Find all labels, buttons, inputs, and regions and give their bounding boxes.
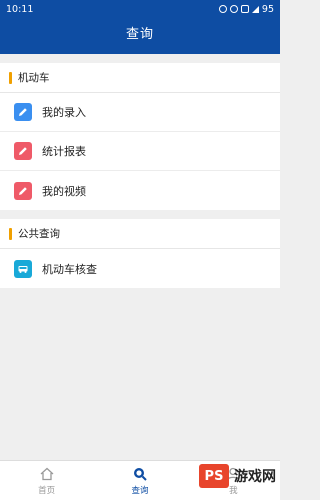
watermark-logo: PS (199, 464, 229, 488)
nav-tab-label: 查询 (131, 485, 149, 496)
home-icon (40, 467, 54, 480)
section-header: 机动车 (0, 63, 280, 93)
section-spacer (0, 54, 280, 63)
section-title: 公共查询 (18, 228, 60, 240)
status-bar: 10:11 95 (0, 0, 280, 18)
section-vehicle: 机动车 我的录入 统计报表 我的视频 (0, 63, 280, 210)
menu-item-label: 我的视频 (42, 184, 86, 198)
wifi-icon (229, 5, 238, 13)
nav-tab-home[interactable]: 首页 (0, 461, 93, 500)
menu-item-label: 统计报表 (42, 145, 86, 158)
menu-item-statistics-report[interactable]: 统计报表 (0, 132, 280, 171)
menu-item-my-entries[interactable]: 我的录入 (0, 93, 280, 132)
sim-icon (240, 5, 249, 13)
nav-tab-label: 首页 (38, 485, 56, 496)
section-accent-bar (9, 71, 12, 84)
page-title: 查询 (125, 27, 154, 42)
status-time: 10:11 (6, 3, 34, 15)
signal-icon (251, 5, 259, 13)
search-icon (133, 467, 147, 481)
menu-item-label: 机动车核查 (42, 262, 97, 276)
watermark-text: 游戏网 (234, 469, 276, 485)
section-public-query: 公共查询 机动车核查 (0, 219, 280, 288)
menu-item-label: 我的录入 (42, 106, 86, 119)
section-title: 机动车 (18, 72, 50, 84)
section-header: 公共查询 (0, 219, 280, 249)
app-header: 10:11 95 查询 (0, 0, 280, 54)
watermark: PS 游戏网 (199, 464, 276, 488)
status-icons: 95 (218, 3, 274, 15)
section-spacer (0, 210, 280, 219)
edit-icon (14, 103, 32, 121)
nav-tab-query[interactable]: 查询 (93, 461, 186, 500)
menu-item-vehicle-check[interactable]: 机动车核查 (0, 249, 280, 288)
bus-icon (14, 259, 32, 278)
alarm-icon (218, 5, 227, 13)
edit-icon (14, 142, 32, 160)
section-accent-bar (9, 227, 12, 240)
battery-level: 95 (261, 3, 274, 15)
edit-icon (14, 181, 32, 200)
menu-item-my-videos[interactable]: 我的视频 (0, 171, 280, 210)
